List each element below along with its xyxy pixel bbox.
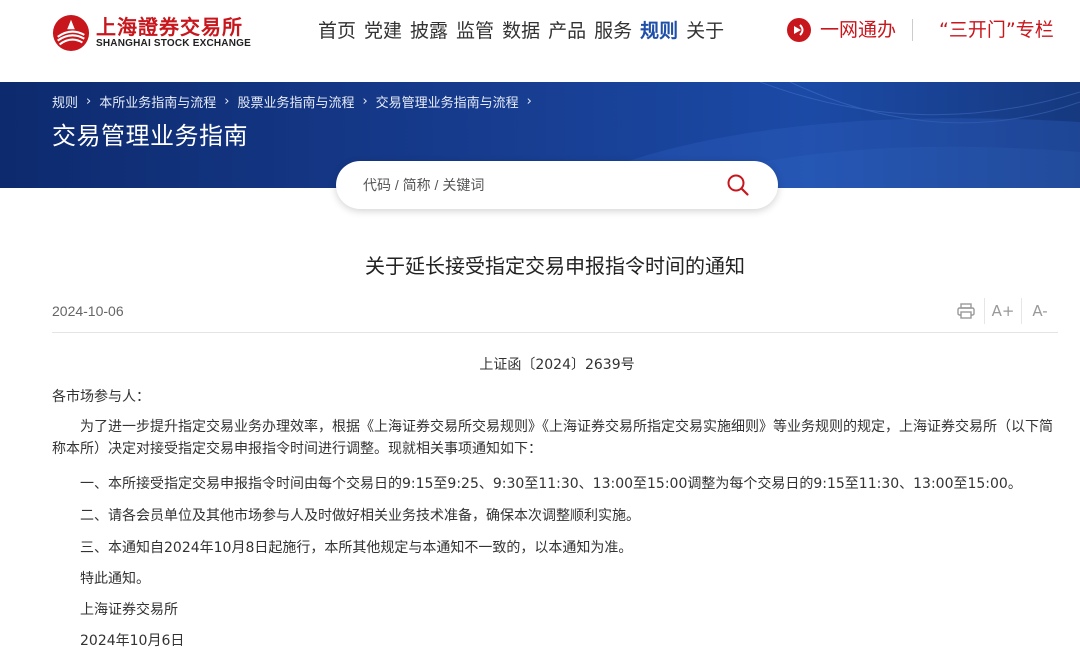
quick-links: 一网通办 “三开门”专栏 [786,17,1054,43]
breadcrumb-stock-guides[interactable]: 股票业务指南与流程 [237,92,354,111]
article-item-1: 一、本所接受指定交易申报指令时间由每个交易日的9:15至9:25、9:30至11… [80,476,1022,492]
article-title: 关于延长接受指定交易申报指令时间的通知 [365,254,745,278]
chevron-right-icon: › [526,94,532,109]
chevron-right-icon: › [362,94,368,109]
decrease-font-button[interactable]: A- [1022,298,1058,324]
breadcrumb-rules[interactable]: 规则 [52,92,78,111]
page-title: 交易管理业务指南 [52,122,248,150]
logo-english-name: SHANGHAI STOCK EXCHANGE [96,38,251,49]
print-icon [957,303,975,319]
nav-item-disclosure[interactable]: 披露 [406,18,452,44]
chevron-right-icon: › [224,94,230,109]
article-item-3: 三、本通知自2024年10月8日起施行，本所其他规定与本通知不一致的，以本通知为… [80,540,633,556]
article-paragraph: 为了进一步提升指定交易业务办理效率，根据《上海证券交易所交易规则》《上海证券交易… [52,419,1053,457]
nav-item-about[interactable]: 关于 [682,18,728,44]
search-box [336,161,778,209]
top-header: 上海證券交易所 SHANGHAI STOCK EXCHANGE 首页 党建 披露… [0,0,1080,82]
search-input[interactable] [363,177,703,193]
nav-item-supervision[interactable]: 监管 [452,18,498,44]
one-network-icon [787,18,811,42]
chevron-right-icon: › [86,94,92,109]
publish-date: 2024-10-06 [52,303,124,319]
one-network-link[interactable]: 一网通办 [820,17,896,43]
main-nav: 首页 党建 披露 监管 数据 产品 服务 规则 关于 [314,18,728,44]
logo-chinese-name: 上海證券交易所 [96,15,243,39]
article-sign-date: 2024年10月6日 [80,633,185,649]
nav-item-products[interactable]: 产品 [544,18,590,44]
nav-item-party[interactable]: 党建 [360,18,406,44]
document-number: 上证函〔2024〕2639号 [479,357,635,373]
search-icon[interactable] [726,173,750,197]
article-closing: 特此通知。 [80,571,150,587]
salutation: 各市场参与人： [52,389,150,405]
breadcrumb-exchange-guides[interactable]: 本所业务指南与流程 [99,92,216,111]
sse-logo[interactable]: 上海證券交易所 SHANGHAI STOCK EXCHANGE [52,12,252,54]
quick-divider [912,19,914,41]
three-open-column-link[interactable]: “三开门”专栏 [939,17,1054,43]
sse-logo-icon [52,14,90,52]
breadcrumb-trading-guides[interactable]: 交易管理业务指南与流程 [376,92,519,111]
article-signature: 上海证券交易所 [80,602,178,618]
nav-item-data[interactable]: 数据 [498,18,544,44]
article-item-2: 二、请各会员单位及其他市场参与人及时做好相关业务技术准备，确保本次调整顺利实施。 [80,508,640,524]
nav-item-rules[interactable]: 规则 [636,18,682,44]
nav-item-services[interactable]: 服务 [590,18,636,44]
breadcrumb: 规则 › 本所业务指南与流程 › 股票业务指南与流程 › 交易管理业务指南与流程… [52,92,540,111]
increase-font-button[interactable]: A+ [985,298,1021,324]
article-meta: 2024-10-06 A+ A- [52,298,1058,333]
print-button[interactable] [948,298,984,324]
nav-item-home[interactable]: 首页 [314,18,360,44]
article-tools: A+ A- [948,298,1058,324]
